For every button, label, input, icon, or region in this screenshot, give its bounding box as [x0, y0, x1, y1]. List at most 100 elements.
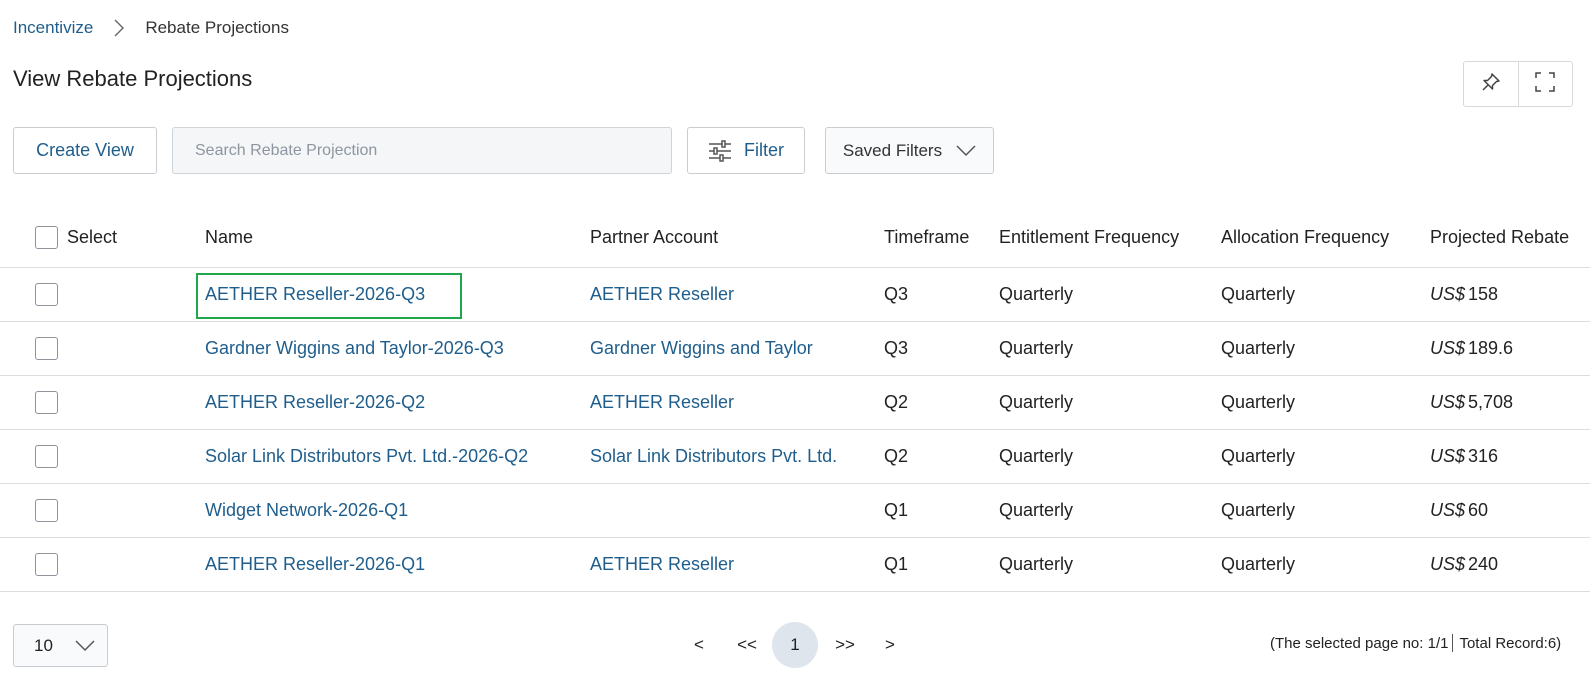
allocation-frequency-cell: Quarterly [1221, 338, 1296, 358]
projection-name-link[interactable]: AETHER Reseller-2026-Q3 [205, 268, 425, 321]
view-tools [1463, 61, 1573, 107]
column-header-select: Select [67, 227, 118, 247]
fullscreen-button[interactable] [1517, 62, 1573, 106]
fullscreen-icon [1534, 71, 1556, 98]
row-checkbox[interactable] [35, 553, 58, 576]
filter-button[interactable]: Filter [687, 127, 805, 174]
create-view-button[interactable]: Create View [13, 127, 157, 174]
search-input[interactable] [172, 127, 672, 174]
saved-filters-label: Saved Filters [842, 140, 943, 160]
currency-label: US$ [1430, 392, 1466, 412]
projected-rebate-cell: US$ 316 [1430, 430, 1498, 483]
timeframe-cell: Q1 [884, 554, 909, 574]
entitlement-frequency-cell: Quarterly [999, 554, 1074, 574]
row-checkbox[interactable] [35, 337, 58, 360]
next-page-button[interactable]: > [880, 622, 900, 668]
entitlement-frequency-cell: Quarterly [999, 500, 1074, 520]
table-row: Solar Link Distributors Pvt. Ltd.-2026-Q… [0, 430, 1590, 484]
entitlement-frequency-cell: Quarterly [999, 392, 1074, 412]
entitlement-frequency-cell: Quarterly [999, 284, 1074, 304]
divider [1452, 634, 1454, 652]
column-header-projected-rebate[interactable]: Projected Rebate [1430, 208, 1569, 267]
partner-account-link[interactable]: AETHER Reseller [590, 538, 734, 591]
currency-label: US$ [1430, 284, 1466, 304]
projected-rebate-amount: 60 [1468, 500, 1489, 520]
selected-page-text: (The selected page no: 1/1 [1270, 634, 1449, 652]
entitlement-frequency-cell: Quarterly [999, 338, 1074, 358]
column-header-name[interactable]: Name [205, 208, 253, 267]
projected-rebate-cell: US$ 158 [1430, 268, 1498, 321]
first-page-button[interactable]: << [730, 622, 764, 668]
projected-rebate-amount: 189.6 [1468, 338, 1514, 358]
current-page-button[interactable]: 1 [772, 622, 818, 668]
select-all: Select [35, 208, 117, 267]
projected-rebate-cell: US$ 60 [1430, 484, 1488, 537]
allocation-frequency-cell: Quarterly [1221, 554, 1296, 574]
page-size-value: 10 [34, 635, 53, 655]
table-row: AETHER Reseller-2026-Q1 AETHER Reseller … [0, 538, 1590, 592]
partner-account-link[interactable]: Solar Link Distributors Pvt. Ltd. [590, 430, 837, 483]
page-title: View Rebate Projections [13, 66, 253, 91]
column-header-timeframe[interactable]: Timeframe [884, 208, 969, 267]
table-row: AETHER Reseller-2026-Q2 AETHER Reseller … [0, 376, 1590, 430]
column-header-allocation-frequency[interactable]: Allocation Frequency [1221, 208, 1389, 267]
row-checkbox[interactable] [35, 391, 58, 414]
timeframe-cell: Q1 [884, 500, 909, 520]
timeframe-cell: Q3 [884, 284, 909, 304]
table-row: Gardner Wiggins and Taylor-2026-Q3 Gardn… [0, 322, 1590, 376]
projected-rebate-amount: 5,708 [1468, 392, 1514, 412]
allocation-frequency-cell: Quarterly [1221, 500, 1296, 520]
chevron-down-icon [75, 639, 95, 652]
projected-rebate-amount: 240 [1468, 554, 1499, 574]
saved-filters-dropdown[interactable]: Saved Filters [825, 127, 994, 174]
allocation-frequency-cell: Quarterly [1221, 284, 1296, 304]
entitlement-frequency-cell: Quarterly [999, 446, 1074, 466]
chevron-right-icon [113, 19, 125, 37]
partner-account-link[interactable]: Gardner Wiggins and Taylor [590, 322, 813, 375]
page-size-select[interactable]: 10 [13, 624, 108, 667]
row-checkbox[interactable] [35, 499, 58, 522]
projection-name-link[interactable]: Widget Network-2026-Q1 [205, 484, 408, 537]
projection-name-link[interactable]: AETHER Reseller-2026-Q2 [205, 376, 425, 429]
prev-page-button[interactable]: < [689, 622, 709, 668]
pin-icon [1480, 71, 1502, 98]
partner-account-link[interactable]: AETHER Reseller [590, 268, 734, 321]
currency-label: US$ [1430, 446, 1466, 466]
row-checkbox[interactable] [35, 445, 58, 468]
projection-name-link[interactable]: AETHER Reseller-2026-Q1 [205, 538, 425, 591]
table-row: Widget Network-2026-Q1 Q1 Quarterly Quar… [0, 484, 1590, 538]
chevron-down-icon [956, 144, 976, 157]
table-header-row: Select Name Partner Account Timeframe En… [0, 208, 1590, 268]
currency-label: US$ [1430, 554, 1466, 574]
timeframe-cell: Q2 [884, 446, 909, 466]
allocation-frequency-cell: Quarterly [1221, 446, 1296, 466]
filter-label: Filter [744, 140, 784, 160]
rebate-projections-table: Select Name Partner Account Timeframe En… [0, 208, 1590, 592]
column-header-partner-account[interactable]: Partner Account [590, 208, 718, 267]
pin-button[interactable] [1464, 62, 1518, 106]
breadcrumb-incentivize-link[interactable]: Incentivize [13, 18, 93, 38]
projected-rebate-amount: 158 [1468, 284, 1499, 304]
timeframe-cell: Q3 [884, 338, 909, 358]
projection-name-link[interactable]: Gardner Wiggins and Taylor-2026-Q3 [205, 322, 504, 375]
record-summary: (The selected page no: 1/1 Total Record:… [1270, 634, 1561, 652]
projected-rebate-cell: US$ 240 [1430, 538, 1498, 591]
projected-rebate-cell: US$ 189.6 [1430, 322, 1513, 375]
projected-rebate-amount: 316 [1468, 446, 1499, 466]
row-checkbox[interactable] [35, 283, 58, 306]
sliders-icon [708, 139, 732, 162]
last-page-button[interactable]: >> [828, 622, 862, 668]
table-row: AETHER Reseller-2026-Q3 AETHER Reseller … [0, 268, 1590, 322]
currency-label: US$ [1430, 338, 1466, 358]
allocation-frequency-cell: Quarterly [1221, 392, 1296, 412]
select-all-checkbox[interactable] [35, 226, 58, 249]
total-record-text: Total Record:6) [1459, 634, 1562, 652]
breadcrumb: Incentivize Rebate Projections [13, 16, 289, 40]
column-header-entitlement-frequency[interactable]: Entitlement Frequency [999, 208, 1179, 267]
breadcrumb-current: Rebate Projections [145, 18, 289, 37]
projection-name-link[interactable]: Solar Link Distributors Pvt. Ltd.-2026-Q… [205, 430, 528, 483]
timeframe-cell: Q2 [884, 392, 909, 412]
partner-account-link[interactable]: AETHER Reseller [590, 376, 734, 429]
currency-label: US$ [1430, 500, 1466, 520]
projected-rebate-cell: US$ 5,708 [1430, 376, 1513, 429]
